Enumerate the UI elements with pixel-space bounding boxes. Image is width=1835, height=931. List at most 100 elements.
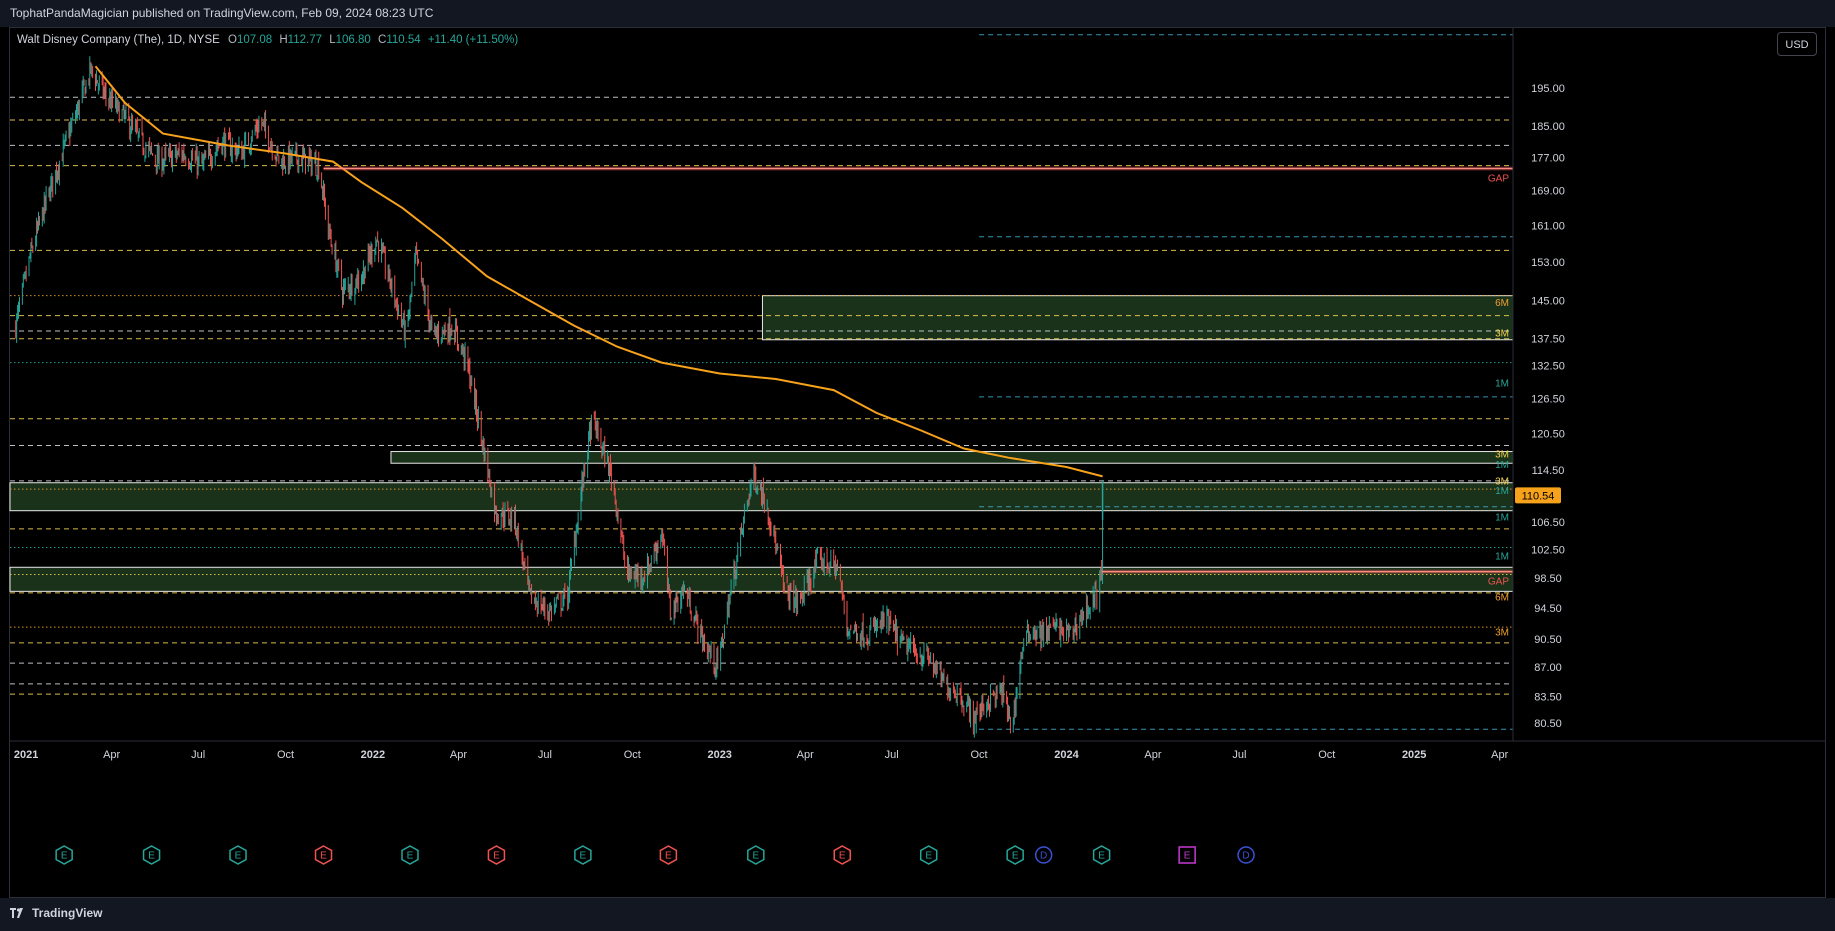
price-tick: 132.50 bbox=[1531, 360, 1565, 372]
event-letter: E bbox=[925, 851, 932, 862]
level-label: 3M bbox=[1495, 450, 1509, 461]
event-letter: E bbox=[1184, 851, 1191, 862]
level-label: 6M bbox=[1495, 592, 1509, 603]
time-axis: 2021 Apr Jul Oct 2022 Apr Jul Oct 2023 Apr Jul Oct 2… bbox=[10, 740, 1825, 761]
event-letter: D bbox=[1040, 851, 1047, 862]
low-value: 106.80 bbox=[335, 34, 371, 46]
event-letter: E bbox=[320, 851, 327, 862]
time-tick: Apr bbox=[1144, 749, 1161, 761]
time-tick: Oct bbox=[277, 749, 294, 761]
event-marker: E bbox=[833, 845, 852, 865]
event-letter: E bbox=[61, 851, 68, 862]
price-tick: 153.00 bbox=[1531, 257, 1565, 269]
price-tick: 94.50 bbox=[1534, 603, 1562, 615]
time-tick: Jul bbox=[191, 749, 205, 761]
event-letter: E bbox=[665, 851, 672, 862]
symbol-title: Walt Disney Company (The), 1D, NYSE bbox=[17, 34, 220, 46]
time-tick: Oct bbox=[1318, 749, 1335, 761]
support-zone bbox=[390, 451, 1514, 464]
event-marker: E bbox=[401, 845, 419, 865]
event-letter: E bbox=[1098, 851, 1105, 862]
price-tick: 80.50 bbox=[1534, 718, 1562, 730]
event-marker: E bbox=[1006, 845, 1024, 865]
price-tick: 87.00 bbox=[1534, 662, 1562, 674]
level-label: 3M bbox=[1495, 628, 1509, 639]
time-tick: Oct bbox=[624, 749, 641, 761]
candles-layer bbox=[15, 56, 1104, 738]
event-letter: E bbox=[148, 851, 155, 862]
events-layer: EEEEEEEEEEEEDEED bbox=[55, 845, 1255, 865]
time-tick: Jul bbox=[885, 749, 899, 761]
price-tick: 102.50 bbox=[1531, 545, 1565, 557]
time-tick: 2021 bbox=[14, 749, 38, 761]
event-marker: E bbox=[747, 845, 765, 865]
price-tick: 126.50 bbox=[1531, 394, 1565, 406]
price-tick: 106.50 bbox=[1531, 517, 1565, 529]
event-marker: E bbox=[487, 845, 506, 865]
event-letter: E bbox=[580, 851, 587, 862]
moving-average-layer bbox=[94, 65, 1103, 478]
event-marker: E bbox=[1178, 846, 1196, 864]
price-tick: 161.00 bbox=[1531, 220, 1565, 232]
footer-bar bbox=[0, 898, 1835, 931]
level-label: 3M bbox=[1495, 329, 1509, 340]
event-marker: E bbox=[574, 845, 592, 865]
tradingview-brand[interactable]: TradingView bbox=[10, 906, 102, 920]
level-label: 6M bbox=[1495, 298, 1509, 309]
price-tick: 169.00 bbox=[1531, 186, 1565, 198]
event-marker: D bbox=[1237, 846, 1255, 864]
event-letter: E bbox=[839, 851, 846, 862]
price-tick: 185.00 bbox=[1531, 121, 1565, 133]
event-marker: E bbox=[659, 845, 678, 865]
level-label: 1M bbox=[1495, 552, 1509, 563]
price-tick: 120.50 bbox=[1531, 428, 1565, 440]
time-tick: Oct bbox=[971, 749, 988, 761]
gap-label: GAP bbox=[1488, 577, 1509, 588]
event-marker: E bbox=[55, 845, 73, 865]
brand-label: TradingView bbox=[32, 906, 103, 920]
level-label: 1M bbox=[1495, 512, 1509, 523]
price-tick: 90.50 bbox=[1534, 634, 1562, 646]
tradingview-logo-icon bbox=[10, 908, 23, 918]
price-chart[interactable]: GAPGAP 6M3M1M3M1M3M1M1M1M6M3M EEEEEEEEEE… bbox=[0, 0, 1835, 931]
event-letter: E bbox=[1012, 851, 1019, 862]
event-letter: E bbox=[493, 851, 500, 862]
support-zone bbox=[761, 295, 1514, 341]
time-tick: 2022 bbox=[361, 749, 385, 761]
event-marker: E bbox=[142, 845, 161, 865]
high-label: H bbox=[279, 34, 288, 46]
event-marker: E bbox=[229, 845, 247, 865]
event-letter: E bbox=[752, 851, 759, 862]
time-tick: 2023 bbox=[707, 749, 731, 761]
price-axis: 195.00 185.00 177.00 169.00 161.00 153.00 145.… bbox=[1512, 28, 1565, 741]
price-tick: 195.00 bbox=[1531, 83, 1565, 95]
price-tick: 145.00 bbox=[1531, 296, 1565, 308]
event-marker: E bbox=[314, 845, 333, 865]
open-value: 107.08 bbox=[236, 34, 273, 46]
price-tick: 98.50 bbox=[1534, 573, 1562, 585]
price-tick: 83.50 bbox=[1534, 692, 1562, 704]
event-letter: E bbox=[407, 851, 414, 862]
level-label: 1M bbox=[1495, 460, 1509, 471]
time-tick: Apr bbox=[797, 749, 814, 761]
open-label: O bbox=[228, 34, 237, 46]
high-value: 112.77 bbox=[287, 34, 322, 46]
event-marker: E bbox=[919, 845, 938, 865]
gap-label: GAP bbox=[1488, 174, 1509, 185]
price-tick: 177.00 bbox=[1531, 152, 1565, 164]
time-tick: Apr bbox=[103, 749, 120, 761]
event-letter: E bbox=[235, 851, 242, 862]
time-tick: 2025 bbox=[1402, 749, 1426, 761]
time-tick: Jul bbox=[1232, 749, 1246, 761]
close-value: 110.54 bbox=[386, 34, 421, 46]
event-marker: D bbox=[1034, 846, 1053, 864]
event-marker: E bbox=[1092, 845, 1111, 865]
moving-average-line bbox=[94, 65, 1103, 478]
level-label: 1M bbox=[1495, 486, 1509, 497]
level-label: 1M bbox=[1495, 378, 1509, 389]
price-tick: 114.50 bbox=[1532, 465, 1565, 477]
levels-layer bbox=[10, 34, 1513, 730]
currency-button[interactable]: USD bbox=[1777, 32, 1817, 56]
change-value: +11.40 (+11.50%) bbox=[427, 34, 519, 46]
gaps-layer: GAP GAP bbox=[323, 166, 1513, 588]
